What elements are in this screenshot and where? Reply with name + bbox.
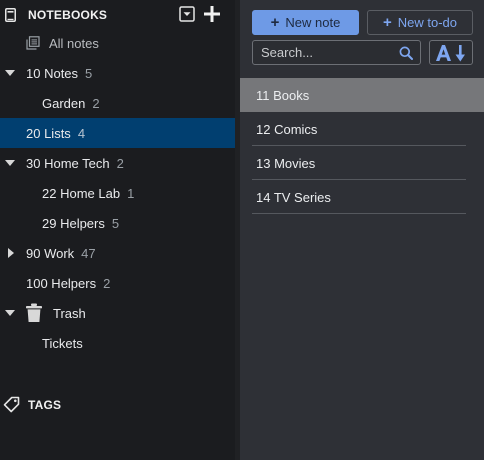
notebook-count: 4 bbox=[77, 125, 86, 141]
add-notebook-icon[interactable] bbox=[203, 5, 221, 23]
tag-icon bbox=[3, 396, 21, 414]
notebook-count: 5 bbox=[85, 65, 93, 81]
sidebar-item-22-home-lab[interactable]: 22 Home Lab 1 bbox=[0, 178, 235, 208]
sidebar-item-trash[interactable]: Trash bbox=[0, 298, 235, 328]
note-list-item[interactable]: 12 Comics bbox=[240, 112, 484, 146]
notebook-title: 100 Helpers bbox=[26, 275, 97, 291]
all-notes-icon bbox=[26, 36, 40, 50]
notebook-count: 2 bbox=[116, 155, 124, 171]
plus-icon: + bbox=[382, 14, 392, 31]
new-todo-button[interactable]: + New to-do bbox=[367, 10, 473, 35]
sidebar-item-100-helpers[interactable]: 100 Helpers 2 bbox=[0, 268, 235, 298]
notebook-count: 2 bbox=[103, 275, 111, 291]
note-list-item[interactable]: 13 Movies bbox=[240, 146, 484, 180]
notebook-title: 90 Work bbox=[26, 245, 75, 261]
tags-header-label: TAGS bbox=[28, 398, 62, 412]
sidebar: NOTEBOOKS All notes 10 Notes 5 Garden 2 … bbox=[0, 0, 235, 460]
sidebar-item-garden[interactable]: Garden 2 bbox=[0, 88, 235, 118]
notebook-title: 29 Helpers bbox=[42, 215, 105, 231]
note-title: 11 Books bbox=[256, 87, 310, 103]
sidebar-item-20-lists[interactable]: 20 Lists 4 bbox=[0, 118, 235, 148]
sidebar-item-tickets[interactable]: Tickets bbox=[0, 328, 235, 358]
note-list-item[interactable]: 14 TV Series bbox=[240, 180, 484, 214]
notebook-count: 2 bbox=[92, 95, 100, 111]
sidebar-item-29-helpers[interactable]: 29 Helpers 5 bbox=[0, 208, 235, 238]
sidebar-item-10-notes[interactable]: 10 Notes 5 bbox=[0, 58, 235, 88]
sort-alpha-icon bbox=[433, 43, 469, 63]
notebook-count: 47 bbox=[81, 245, 96, 261]
notebook-title: Tickets bbox=[42, 335, 83, 351]
sidebar-item-90-work[interactable]: 90 Work 47 bbox=[0, 238, 235, 268]
notebook-title: Garden bbox=[42, 95, 86, 111]
sidebar-item-all-notes[interactable]: All notes bbox=[0, 28, 235, 58]
caret-right-icon[interactable] bbox=[6, 248, 16, 258]
notebooks-header-label: NOTEBOOKS bbox=[28, 8, 108, 22]
note-divider bbox=[252, 213, 466, 214]
new-todo-label: New to-do bbox=[397, 15, 457, 30]
note-title: 14 TV Series bbox=[256, 189, 331, 205]
sort-button[interactable] bbox=[429, 40, 473, 65]
caret-down-icon[interactable] bbox=[5, 158, 15, 168]
all-notes-label: All notes bbox=[49, 35, 99, 51]
notebook-title: Trash bbox=[53, 305, 86, 321]
note-title: 12 Comics bbox=[256, 121, 318, 137]
new-note-label: New note bbox=[285, 15, 341, 30]
notebook-dropdown-icon[interactable] bbox=[179, 6, 195, 22]
note-title: 13 Movies bbox=[256, 155, 316, 171]
tags-header[interactable]: TAGS bbox=[0, 394, 235, 416]
search-box bbox=[252, 40, 421, 65]
new-note-button[interactable]: + New note bbox=[252, 10, 359, 35]
notebooks-header[interactable]: NOTEBOOKS bbox=[0, 4, 235, 26]
notebook-icon bbox=[5, 8, 16, 22]
search-icon[interactable] bbox=[399, 46, 413, 60]
caret-down-icon[interactable] bbox=[5, 68, 15, 78]
search-input[interactable] bbox=[253, 44, 403, 61]
trash-icon bbox=[25, 303, 43, 323]
notebook-count: 5 bbox=[111, 215, 120, 231]
notebook-title: 10 Notes bbox=[26, 65, 79, 81]
note-list-item[interactable]: 11 Books bbox=[240, 78, 484, 112]
sidebar-item-30-home-tech[interactable]: 30 Home Tech 2 bbox=[0, 148, 235, 178]
notebook-title: 20 Lists bbox=[26, 125, 71, 141]
note-list-pane bbox=[240, 0, 484, 460]
plus-icon: + bbox=[270, 14, 280, 31]
notebook-title: 30 Home Tech bbox=[26, 155, 110, 171]
notebook-count: 1 bbox=[127, 185, 135, 201]
caret-down-icon[interactable] bbox=[5, 308, 15, 318]
notebook-title: 22 Home Lab bbox=[42, 185, 121, 201]
